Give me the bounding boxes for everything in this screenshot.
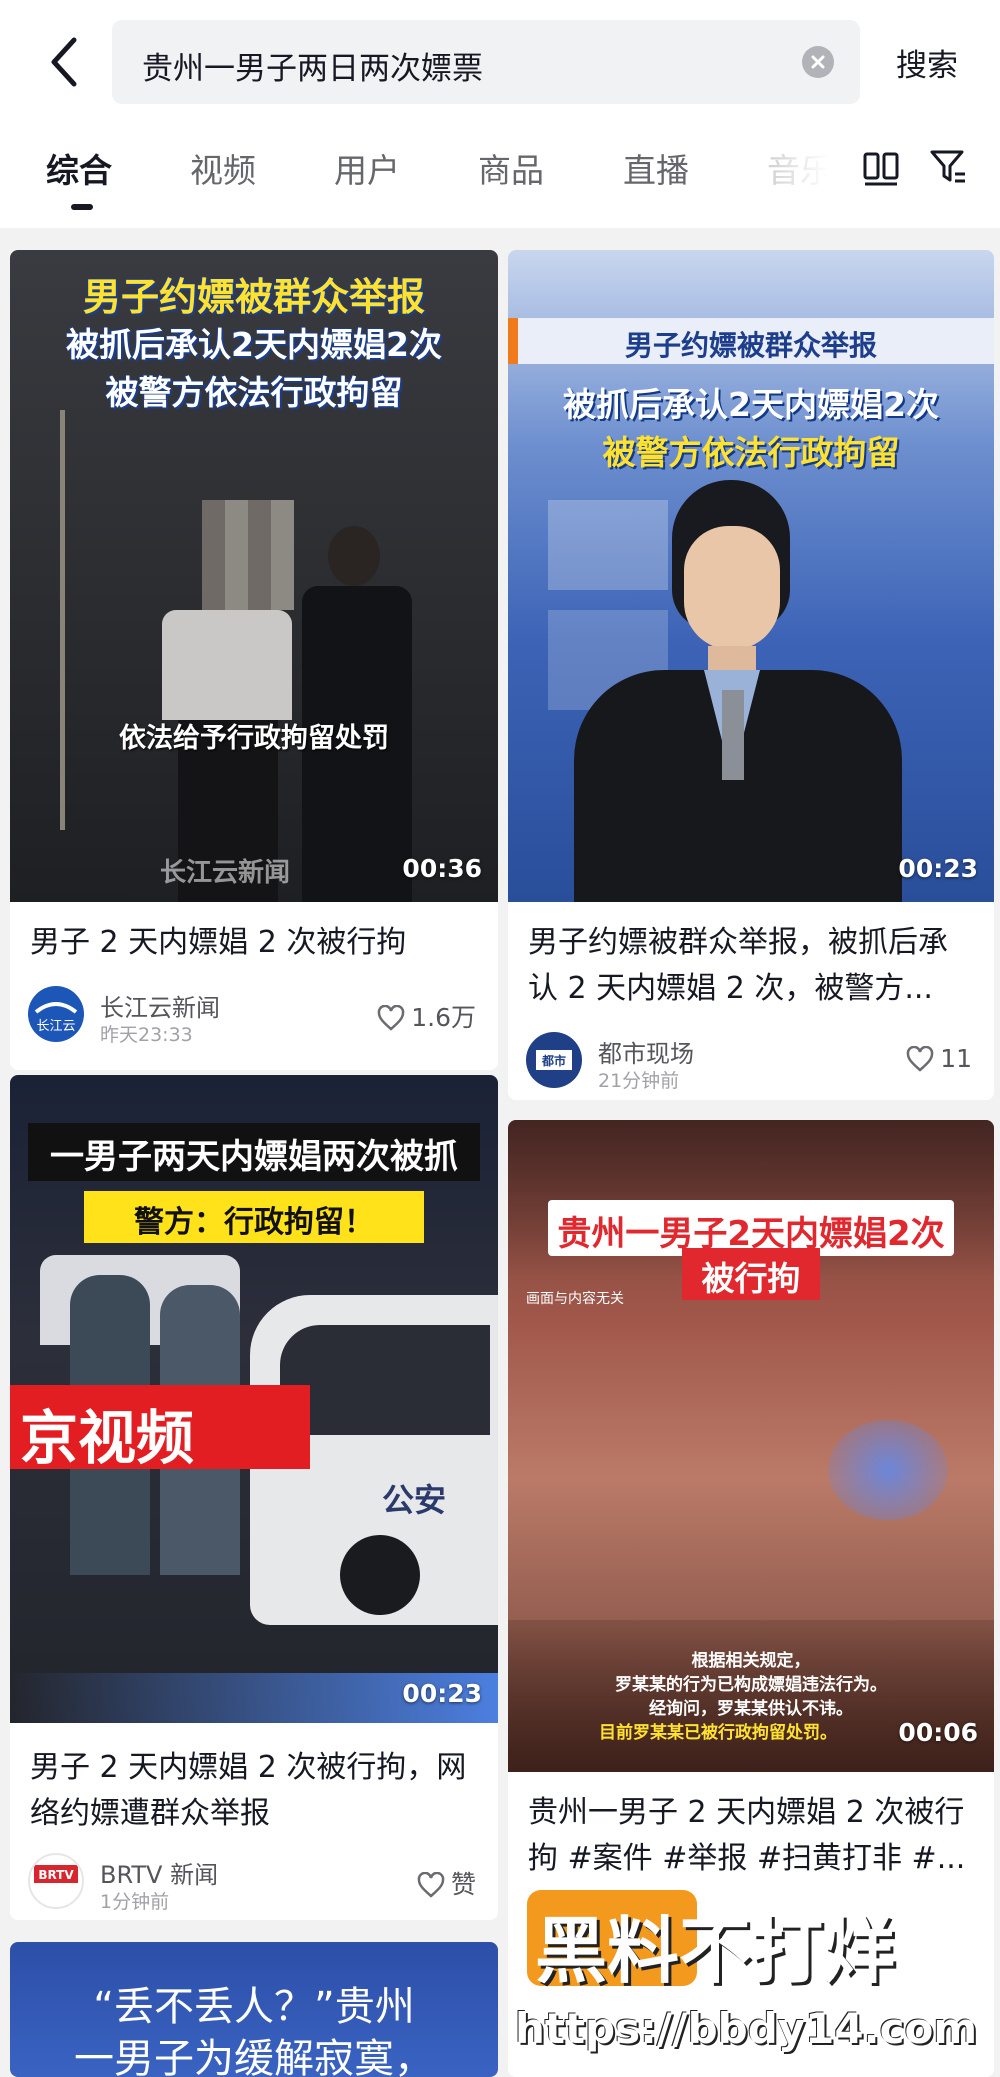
top-bar: 贵州一男子两日两次嫖票 搜索: [0, 0, 1000, 120]
video-card[interactable]: 一男子两天内嫖娼两次被抓 警方：行政拘留！ 公安 京视频 00:23 男子 2 …: [10, 1075, 498, 1920]
video-title[interactable]: 男子约嫖被群众举报，被抓后承认 2 天内嫖娼 2 次，被警方...: [528, 920, 974, 1012]
search-query-text: 贵州一男子两日两次嫖票: [142, 51, 483, 87]
overlay-line: 被警方依法行政拘留: [602, 433, 900, 472]
video-thumbnail[interactable]: 男子约嫖被群众举报 被抓后承认2天内嫖娼2次 被警方依法行政拘留 00:23: [508, 250, 994, 902]
car-text: 公安: [382, 1481, 447, 1519]
search-tabs: 综合 视频 用户 商品 直播 音乐: [0, 120, 1000, 228]
overlay-line: 一男子两天内嫖娼两次被抓: [50, 1137, 458, 1177]
heart-icon: [906, 1045, 934, 1072]
post-time: 昨天23:33: [100, 1024, 193, 1046]
video-title[interactable]: 男子 2 天内嫖娼 2 次被行拘: [30, 920, 478, 966]
figure-suspect: [162, 610, 292, 720]
pole: [60, 410, 65, 830]
overlay-line: 被抓后承认2天内嫖娼2次: [66, 325, 442, 364]
video-thumbnail[interactable]: 一男子两天内嫖娼两次被抓 警方：行政拘留！ 公安 京视频 00:23: [10, 1075, 498, 1723]
search-input[interactable]: 贵州一男子两日两次嫖票: [112, 20, 860, 104]
svg-text:BRTV: BRTV: [38, 1868, 74, 1882]
chevron-left-icon: [51, 37, 77, 87]
overlay-line: 被警方依法行政拘留: [105, 373, 403, 412]
figure-officer-head: [328, 526, 380, 586]
tabs-fade: [740, 120, 850, 228]
police-car-wheel: [340, 1535, 420, 1615]
back-button[interactable]: [40, 30, 90, 94]
search-button[interactable]: 搜索: [896, 40, 958, 85]
video-duration: 00:06: [898, 1718, 978, 1747]
tab-video[interactable]: 视频: [190, 144, 256, 192]
post-time: 21分钟前: [598, 1070, 680, 1092]
post-time: 1分钟前: [100, 1891, 170, 1913]
like-count[interactable]: 11: [906, 1044, 972, 1073]
overlay-line: “丢不丢人？”贵州: [93, 1984, 415, 2030]
source-mark: 长江云新闻: [160, 858, 291, 888]
overlay-line: 男子约嫖被群众举报: [624, 329, 877, 362]
clear-search-icon[interactable]: [802, 46, 834, 78]
video-card[interactable]: “丢不丢人？”贵州 一男子为缓解寂寞，: [10, 1942, 498, 2077]
overlay-line: 被抓后承认2天内嫖娼2次: [563, 385, 939, 424]
watermark-text: 黑料不打烊: [535, 1909, 896, 1993]
filter-icon[interactable]: [928, 146, 968, 188]
background-screen: [548, 500, 668, 590]
overlay-line: 警方：行政拘留！: [134, 1205, 374, 1240]
svg-text:长江云: 长江云: [36, 1019, 75, 1034]
svg-text:都市: 都市: [541, 1053, 566, 1068]
anchor-tie: [722, 690, 744, 780]
heart-icon: [377, 1004, 405, 1031]
two-column-view-icon[interactable]: [862, 148, 900, 188]
author-row: 长江云 长江云新闻 昨天23:33 1.6万: [28, 986, 480, 1046]
subtitle-line: 罗某某的行为已构成嫖娼违法行为。: [615, 1675, 887, 1695]
police-car-window: [280, 1325, 490, 1435]
video-thumbnail[interactable]: 男子约嫖被群众举报 被抓后承认2天内嫖娼2次 被警方依法行政拘留 依法给予行政拘…: [10, 250, 498, 902]
avatar[interactable]: 长江云: [28, 986, 84, 1042]
video-duration: 00:23: [898, 854, 978, 883]
like-count[interactable]: 赞: [417, 1865, 476, 1901]
author-name[interactable]: BRTV 新闻: [100, 1855, 218, 1890]
video-duration: 00:36: [402, 854, 482, 883]
author-name[interactable]: 都市现场: [598, 1034, 694, 1069]
blur-highlight: [828, 1420, 948, 1520]
like-count[interactable]: 1.6万: [377, 998, 476, 1034]
anchor-face: [684, 526, 780, 650]
subtitle-line: 目前罗某某已被行政拘留处罚。: [599, 1723, 837, 1743]
watermark-url: https://bbdy14.com: [515, 2004, 978, 2053]
author-row: BRTV BRTV 新闻 1分钟前 赞: [28, 1853, 480, 1913]
video-title[interactable]: 男子 2 天内嫖娼 2 次被行拘，网络约嫖遭群众举报: [30, 1745, 478, 1837]
subtitle-line: 根据相关规定，: [691, 1651, 811, 1671]
tab-live[interactable]: 直播: [623, 144, 689, 192]
video-card[interactable]: 男子约嫖被群众举报 被抓后承认2天内嫖娼2次 被警方依法行政拘留 00:23 男…: [508, 250, 994, 1100]
overlay-line: 男子约嫖被群众举报: [82, 275, 425, 319]
disclaimer: 画面与内容无关: [526, 1291, 624, 1307]
video-title[interactable]: 贵州一男子 2 天内嫖娼 2 次被行拘 #案件 #举报 #扫黄打非 #...: [528, 1790, 974, 1882]
video-duration: 00:23: [402, 1679, 482, 1708]
video-thumbnail[interactable]: 贵州一男子2天内嫖娼2次 被行拘 画面与内容无关 根据相关规定， 罗某某的行为已…: [508, 1120, 994, 1772]
subtitle-line: 经询问，罗某某供认不讳。: [649, 1699, 853, 1719]
video-caption: 依法给予行政拘留处罚: [119, 723, 389, 754]
heart-icon: [417, 1871, 445, 1898]
avatar[interactable]: 都市: [526, 1032, 582, 1088]
author-row: 都市 都市现场 21分钟前 11: [526, 1032, 976, 1092]
tab-general[interactable]: 综合: [46, 144, 112, 192]
avatar[interactable]: BRTV: [28, 1853, 84, 1909]
overlay-line: 一男子为缓解寂寞，: [74, 2036, 434, 2077]
tab-user[interactable]: 用户: [334, 144, 400, 192]
video-card[interactable]: 男子约嫖被群众举报 被抓后承认2天内嫖娼2次 被警方依法行政拘留 依法给予行政拘…: [10, 250, 498, 1070]
brand-text: 京视频: [20, 1404, 195, 1472]
tab-product[interactable]: 商品: [478, 144, 544, 192]
watermark: 黑料不打烊 https://bbdy14.com: [515, 1880, 985, 2070]
author-name[interactable]: 长江云新闻: [100, 988, 220, 1023]
overlay-line: 被行拘: [701, 1259, 801, 1298]
active-tab-indicator: [71, 204, 93, 210]
video-thumbnail[interactable]: “丢不丢人？”贵州 一男子为缓解寂寞，: [10, 1942, 498, 2077]
blurred-face: [202, 500, 294, 610]
